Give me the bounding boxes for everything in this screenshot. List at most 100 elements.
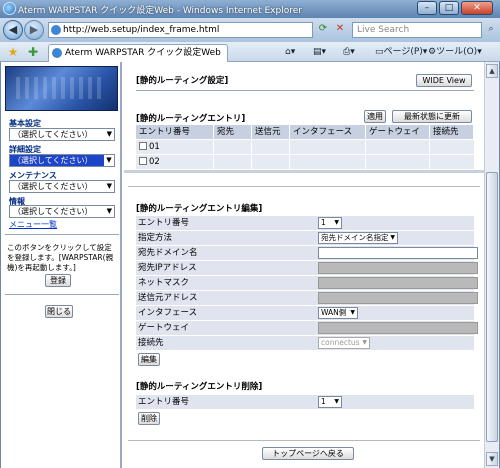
form-row: 送信元アドレス [136,291,478,305]
add-favorites-icon[interactable]: ✚ [26,45,40,59]
feeds-icon[interactable]: ▤▾ [313,45,326,59]
top-page-button[interactable]: トップページへ戻る [262,447,354,460]
entry-cell[interactable]: 01 [136,140,214,154]
entry-number-select[interactable]: 1 ▼ [318,217,342,229]
tools-menu-label: ツール(O) [436,47,478,57]
menu-list-link[interactable]: メニュー一覧 [9,219,57,230]
tab-active[interactable]: Aterm WARPSTAR クイック設定Web [48,44,228,62]
search-input[interactable]: Live Search [352,22,482,38]
search-icon[interactable]: ⌕ [484,22,498,38]
table-cell [290,140,366,154]
arrow-left-icon: ◀ [8,23,18,36]
vertical-scrollbar[interactable]: ▲ ▼ [484,62,499,468]
maximize-button[interactable]: □ [439,1,459,15]
refresh-status-button[interactable]: 最新状態に更新 [392,110,472,123]
form-row: ゲートウェイ [136,321,478,335]
gateway-input[interactable] [318,322,478,334]
entry-checkbox[interactable] [139,142,147,150]
form-value: WAN側 ▼ [306,306,474,320]
back-button[interactable]: ◀ [3,20,23,40]
print-icon[interactable]: ⎙▾ [343,45,355,59]
scroll-down-icon[interactable]: ▼ [486,452,498,466]
form-value [306,321,478,335]
delete-entry-value: 1 [321,397,326,406]
basic-settings-select[interactable]: （選択してください） ▼ [9,128,115,141]
tools-menu[interactable]: ⚙ツール(O)▾ [428,45,482,59]
form-row: エントリ番号 1 ▼ [136,395,474,409]
dropdown-arrow-icon: ▼ [390,234,395,241]
maintenance-select[interactable]: （選択してください） ▼ [9,180,115,193]
edit-button[interactable]: 編集 [138,353,160,366]
sidebar-frame: 基本設定 （選択してください） ▼ 詳細設定 （選択してください） ▼ メンテナンス… [1,62,122,468]
netmask-input[interactable] [318,277,478,289]
dropdown-arrow-icon: ▼ [106,182,112,190]
maintenance-value: （選択してください） [13,182,93,191]
tab-bar: ★ ✚ Aterm WARPSTAR クイック設定Web ⌂▾ ▤▾ ⎙▾ ▭ペ… [0,42,500,62]
scroll-up-icon[interactable]: ▲ [486,64,498,78]
register-note: このボタンをクリックして設定を登録します。[WARPSTAR(親機)を再起動しま… [7,243,114,272]
src-ip-input[interactable] [318,292,478,304]
delete-entry-select[interactable]: 1 ▼ [318,396,342,408]
close-window-button[interactable]: ✕ [461,1,493,15]
dest-domain-input[interactable] [318,247,478,259]
register-button[interactable]: 登録 [45,274,71,287]
refresh-icon[interactable]: ⟳ [316,23,330,37]
entry-number: 02 [149,157,160,167]
close-button[interactable]: 閉じる [45,305,73,318]
dest-ip-input[interactable] [318,262,478,274]
url-input[interactable]: http://web.setup/index_frame.html [48,22,313,38]
entry-checkbox[interactable] [139,157,147,165]
advanced-settings-select[interactable]: （選択してください） ▼ [9,154,115,167]
title-bar: Aterm WARPSTAR クイック設定Web - Windows Inter… [0,0,500,18]
ie-tab-icon [52,48,62,58]
dropdown-arrow-icon: ▼ [104,155,114,166]
form-value: connectus ▼ [306,336,474,350]
stop-icon[interactable]: ✕ [333,23,347,37]
col-destination: 宛先 [214,125,252,139]
delete-entry-label: エントリ番号 [138,397,190,407]
table-row: 01 [136,140,474,154]
scroll-thumb[interactable] [486,172,498,442]
forward-button[interactable]: ▶ [24,20,44,40]
interface-select[interactable]: WAN側 ▼ [318,307,358,319]
table-cell [252,155,290,169]
title-divider [136,90,474,91]
table-cell [366,140,430,154]
wide-view-button[interactable]: WIDE View [416,74,472,87]
dropdown-arrow-icon: ▼ [362,339,367,346]
entry-cell[interactable]: 02 [136,155,214,169]
window-title: Aterm WARPSTAR クイック設定Web - Windows Inter… [18,6,302,16]
form-value [306,276,478,290]
form-value: 1 ▼ [306,216,474,230]
page-menu[interactable]: ▭ページ(P)▾ [375,45,427,59]
dropdown-arrow-icon: ▼ [106,130,112,138]
table-cell [290,155,366,169]
page-menu-label: ページ(P) [383,47,423,57]
form-value: 1 ▼ [306,395,474,409]
form-row: 接続先 connectus ▼ [136,336,474,350]
col-entry-number: エントリ番号 [136,125,214,139]
src-ip-label: 送信元アドレス [138,293,198,303]
method-select[interactable]: 宛先ドメイン名指定 ▼ [318,232,398,244]
dest-ip-label: 宛先IPアドレス [138,263,197,273]
sidebar-divider [5,294,119,295]
favorites-star-icon[interactable]: ★ [6,45,20,59]
aterm-logo-banner [5,66,118,111]
form-value: 宛先ドメイン名指定 ▼ [306,231,474,245]
entry-number-value: 1 [321,218,326,227]
arrow-right-icon: ▶ [29,23,39,36]
basic-settings-value: （選択してください） [13,130,93,139]
interface-value: WAN側 [321,308,347,317]
table-cell [214,155,252,169]
entry-number-label: エントリ番号 [138,218,190,228]
tab-title: Aterm WARPSTAR クイック設定Web [65,48,221,58]
connection-select[interactable]: connectus ▼ [318,337,370,349]
info-value: （選択してください） [13,207,93,216]
info-select[interactable]: （選択してください） ▼ [9,205,115,218]
delete-button[interactable]: 削除 [138,412,160,425]
apply-button[interactable]: 適用 [364,110,386,123]
table-cell [252,140,290,154]
form-value [306,291,478,305]
minimize-button[interactable]: – [417,1,437,15]
home-icon[interactable]: ⌂▾ [285,45,295,59]
